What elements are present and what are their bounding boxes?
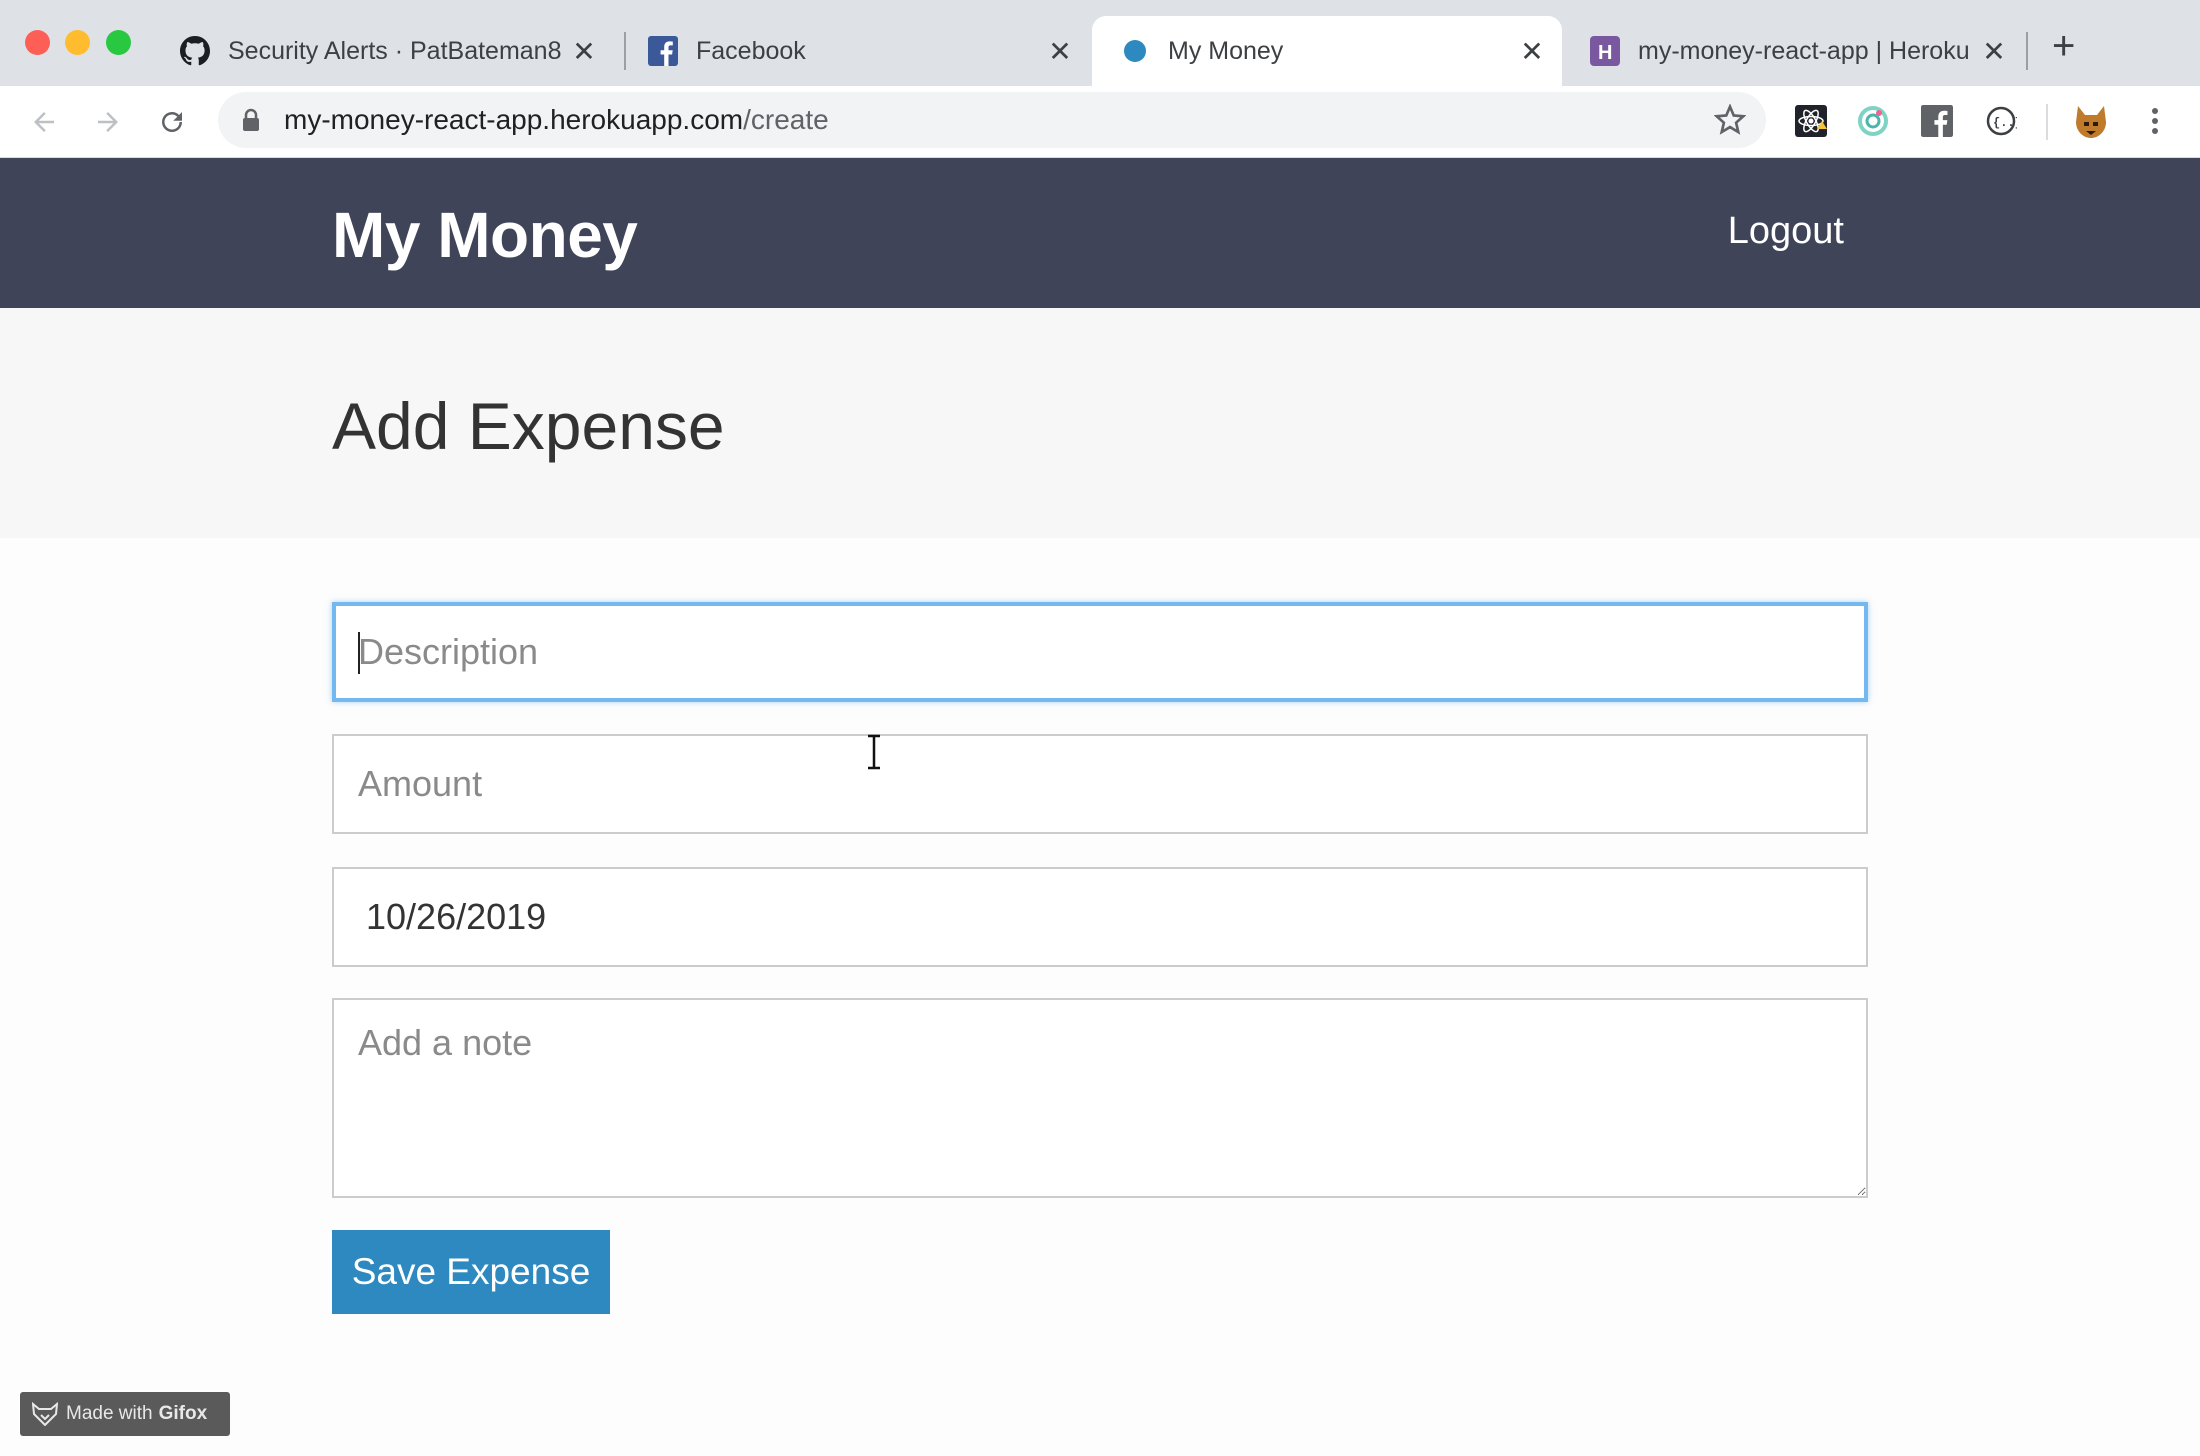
tab-title: My Money <box>1168 36 1284 65</box>
amount-input[interactable] <box>332 734 1868 834</box>
facebook-icon <box>648 36 678 66</box>
extension-ring-icon[interactable] <box>1854 102 1892 140</box>
close-tab-icon[interactable]: ✕ <box>1042 35 1078 68</box>
text-cursor-icon <box>868 734 880 770</box>
tab-facebook[interactable]: Facebook ✕ <box>620 16 1090 86</box>
minimize-window-button[interactable] <box>65 30 90 55</box>
close-tab-icon[interactable]: ✕ <box>1514 35 1550 68</box>
description-input[interactable] <box>332 602 1868 702</box>
note-textarea[interactable] <box>332 998 1868 1198</box>
more-menu-icon[interactable] <box>2136 102 2174 140</box>
toolbar-separator <box>2046 104 2048 140</box>
github-icon <box>180 36 210 66</box>
fox-logo-icon <box>32 1402 58 1426</box>
tab-separator <box>2026 32 2028 70</box>
browser-tab-bar: Security Alerts · PatBateman8 ✕ Facebook… <box>0 0 2200 86</box>
tab-title: Security Alerts · PatBateman8 <box>228 36 562 65</box>
svg-text:{..}: {..} <box>1993 116 2017 130</box>
tab-title: my-money-react-app | Heroku <box>1638 36 1970 65</box>
svg-text:H: H <box>1598 42 1612 64</box>
heroku-icon: H <box>1590 36 1620 66</box>
url-host: my-money-react-app.herokuapp.com <box>284 104 744 135</box>
app-header: My Money Logout <box>0 158 2200 308</box>
date-picker-input[interactable] <box>332 867 1868 967</box>
watermark-prefix: Made with <box>66 1403 153 1424</box>
json-viewer-icon[interactable]: {..} <box>1982 102 2020 140</box>
facebook-ext-icon[interactable] <box>1918 102 1956 140</box>
close-tab-icon[interactable]: ✕ <box>566 35 602 68</box>
new-tab-icon[interactable]: + <box>2052 26 2075 66</box>
back-icon[interactable] <box>22 100 66 144</box>
page-title: Add Expense <box>332 389 725 463</box>
reload-icon[interactable] <box>150 100 194 144</box>
browser-toolbar: my-money-react-app.herokuapp.com/create … <box>0 86 2200 158</box>
react-devtools-icon[interactable] <box>1792 102 1830 140</box>
tab-title: Facebook <box>696 36 806 65</box>
page-header: Add Expense <box>0 308 2200 538</box>
watermark-brand: Gifox <box>158 1403 208 1424</box>
close-window-button[interactable] <box>25 30 50 55</box>
save-expense-button[interactable]: Save Expense <box>332 1230 610 1314</box>
lock-icon <box>242 108 260 137</box>
tab-my-money[interactable]: My Money ✕ <box>1092 16 1562 86</box>
gifox-watermark: Made with Gifox <box>20 1392 230 1436</box>
tab-heroku[interactable]: H my-money-react-app | Heroku ✕ <box>1562 16 2024 86</box>
url-text: my-money-react-app.herokuapp.com/create <box>284 104 829 136</box>
blue-dot-icon <box>1120 36 1150 66</box>
profile-avatar[interactable] <box>2072 102 2110 140</box>
logout-button[interactable]: Logout <box>1728 210 1844 253</box>
tab-github[interactable]: Security Alerts · PatBateman8 ✕ <box>152 16 614 86</box>
close-tab-icon[interactable]: ✕ <box>1976 35 2012 68</box>
app-title[interactable]: My Money <box>332 198 638 272</box>
maximize-window-button[interactable] <box>106 30 131 55</box>
forward-icon[interactable] <box>86 100 130 144</box>
address-bar[interactable]: my-money-react-app.herokuapp.com/create <box>218 92 1766 148</box>
text-caret <box>358 632 360 674</box>
bookmark-star-icon[interactable] <box>1713 103 1747 141</box>
url-path: /create <box>743 104 829 135</box>
